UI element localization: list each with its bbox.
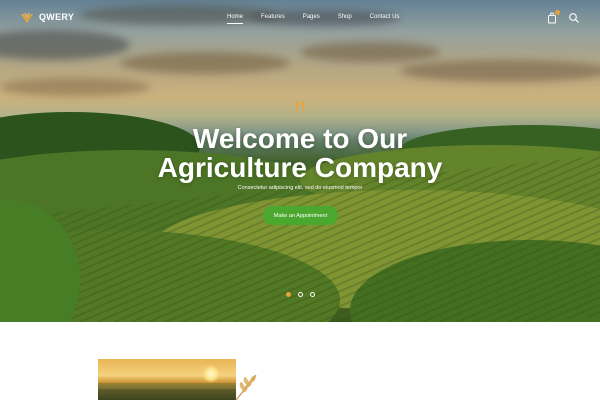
slider-pagination [286,292,315,297]
main-nav: Home Features Pages Shop Contact Us [218,14,409,24]
nav-home[interactable]: Home [218,14,252,24]
nav-shop[interactable]: Shop [329,14,361,20]
make-appointment-button[interactable]: Make an Appointment [263,206,338,225]
wheat-icon [292,100,308,114]
search-icon[interactable] [568,11,580,23]
brand-logo[interactable]: QWERY [20,11,74,23]
sun [202,365,220,383]
brand-name: QWERY [39,12,75,22]
slider-dot-1[interactable] [286,292,291,297]
nav-features[interactable]: Features [252,14,294,20]
cart-badge [555,10,560,15]
wheat-ear-icon [232,372,262,401]
header-actions [546,10,580,24]
about-image [98,359,236,400]
slider-dot-2[interactable] [298,292,303,297]
hero-subtitle: Consectetur adipiscing elit, sed do eius… [237,185,363,191]
nav-pages[interactable]: Pages [294,14,329,20]
shopping-bag-icon[interactable] [546,10,560,24]
hero-title-line-2: Agriculture Company [157,152,443,183]
slider-dot-3[interactable] [310,292,315,297]
wheat-logo-icon [20,11,34,23]
nav-contact-us[interactable]: Contact Us [361,14,409,20]
hero-title-line-1: Welcome to Our [192,123,408,154]
horizon [98,383,236,389]
